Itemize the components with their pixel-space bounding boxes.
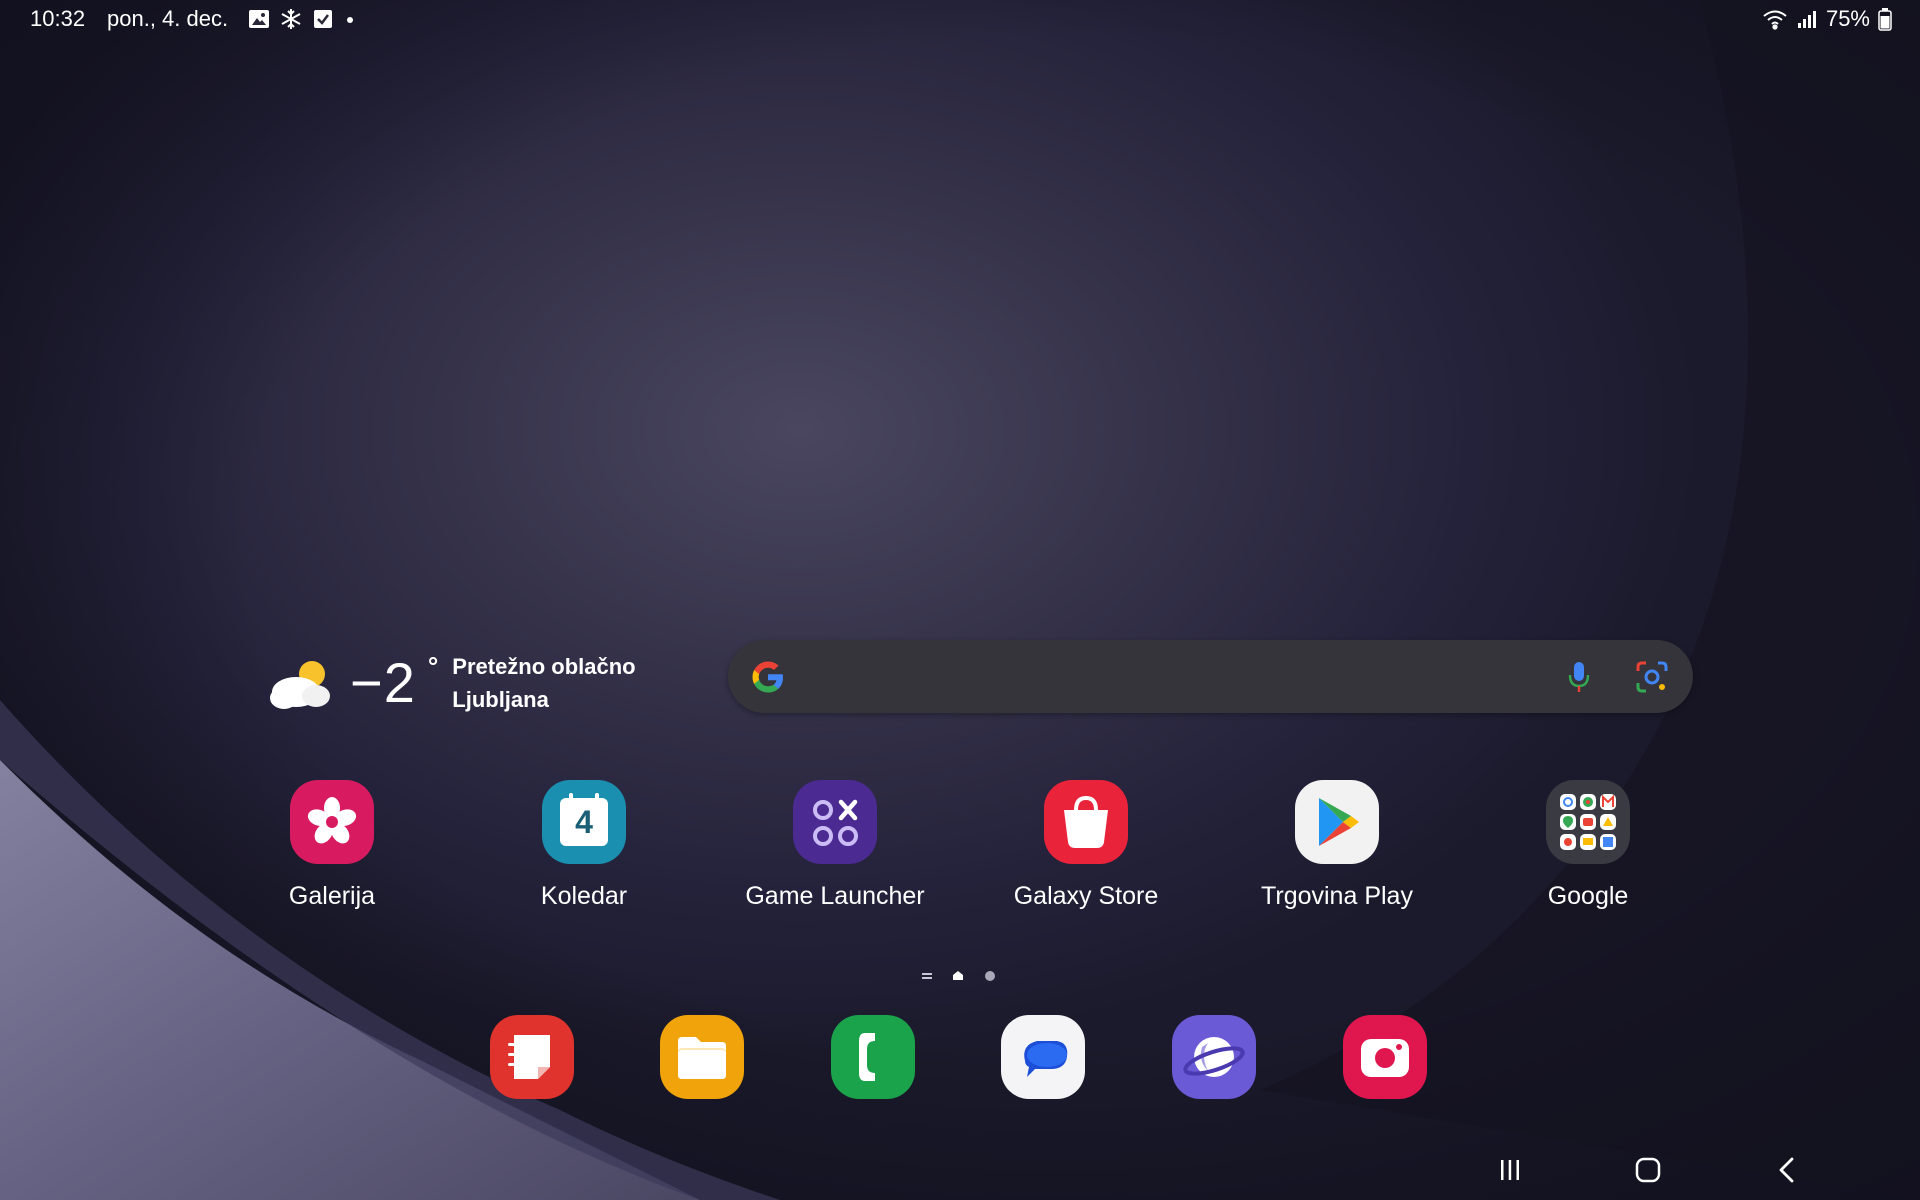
app-folder-google[interactable]: Google bbox=[1488, 780, 1688, 911]
home-icon bbox=[1635, 1157, 1661, 1183]
status-bar: 10:32 pon., 4. dec. 75% bbox=[0, 0, 1920, 38]
recents-icon bbox=[1501, 1160, 1519, 1180]
page-indicator[interactable] bbox=[920, 966, 1000, 986]
signal-icon bbox=[1797, 11, 1816, 28]
checkbox-icon bbox=[314, 10, 332, 28]
google-search-bar[interactable] bbox=[728, 640, 1693, 713]
navigation-bar bbox=[0, 1145, 1920, 1195]
google-lens-icon[interactable] bbox=[1634, 659, 1670, 695]
google-play-icon bbox=[1295, 780, 1379, 864]
weather-location: Ljubljana bbox=[452, 686, 549, 712]
app-galerija[interactable]: Galerija bbox=[232, 780, 432, 911]
app-trgovina-play[interactable]: Trgovina Play bbox=[1237, 780, 1437, 911]
gallery-flower-icon bbox=[290, 780, 374, 864]
camera-icon[interactable] bbox=[1343, 1015, 1427, 1099]
weather-details: Pretežno oblačno Ljubljana bbox=[452, 650, 635, 716]
samsung-internet-icon[interactable] bbox=[1172, 1015, 1256, 1099]
shopping-bag-icon bbox=[1044, 780, 1128, 864]
battery-percent: 75% bbox=[1825, 6, 1870, 31]
app-galaxy-store[interactable]: Galaxy Store bbox=[986, 780, 1186, 911]
notification-icons bbox=[248, 8, 356, 30]
battery-icon bbox=[1878, 8, 1892, 31]
status-time: 10:32 bbox=[30, 6, 86, 31]
folder-icon[interactable] bbox=[660, 1015, 744, 1099]
app-label: Google bbox=[1547, 882, 1629, 910]
weather-widget[interactable]: −2 ° Pretežno oblačno Ljubljana bbox=[266, 645, 636, 720]
home-page-indicator bbox=[953, 971, 963, 980]
page-indicator-menu bbox=[922, 973, 932, 979]
app-label: Galaxy Store bbox=[1013, 882, 1159, 910]
status-right: 75% bbox=[1762, 6, 1892, 32]
game-launcher-icon bbox=[793, 780, 877, 864]
wifi-icon bbox=[1763, 10, 1787, 30]
dot-icon bbox=[347, 17, 353, 23]
back-button[interactable] bbox=[1757, 1145, 1817, 1195]
app-koledar[interactable]: 4 Koledar bbox=[484, 780, 684, 911]
temperature-unit: ° bbox=[427, 651, 439, 681]
google-g-icon bbox=[752, 661, 783, 693]
samsung-notes-icon[interactable] bbox=[490, 1015, 574, 1099]
app-game-launcher[interactable]: Game Launcher bbox=[735, 780, 935, 911]
app-label: Game Launcher bbox=[745, 882, 925, 910]
calendar-icon: 4 bbox=[542, 780, 626, 864]
messages-icon[interactable] bbox=[1001, 1015, 1085, 1099]
home-button[interactable] bbox=[1618, 1145, 1678, 1195]
app-label: Trgovina Play bbox=[1261, 882, 1413, 910]
partly-cloudy-icon bbox=[266, 656, 332, 710]
microphone-icon[interactable] bbox=[1564, 659, 1594, 695]
calendar-day: 4 bbox=[575, 804, 593, 840]
app-label: Galerija bbox=[288, 882, 376, 910]
page-dot bbox=[985, 971, 995, 981]
google-folder-icon bbox=[1546, 780, 1630, 864]
status-date: pon., 4. dec. bbox=[107, 6, 229, 31]
app-label: Koledar bbox=[540, 882, 628, 910]
recents-button[interactable] bbox=[1480, 1145, 1540, 1195]
back-icon bbox=[1779, 1157, 1794, 1183]
wallpaper bbox=[0, 0, 1920, 1200]
phone-icon[interactable] bbox=[831, 1015, 915, 1099]
gallery-icon bbox=[249, 10, 269, 28]
weather-condition: Pretežno oblačno bbox=[452, 653, 636, 679]
temperature: −2 bbox=[350, 650, 416, 714]
snowflake-icon bbox=[281, 9, 301, 29]
